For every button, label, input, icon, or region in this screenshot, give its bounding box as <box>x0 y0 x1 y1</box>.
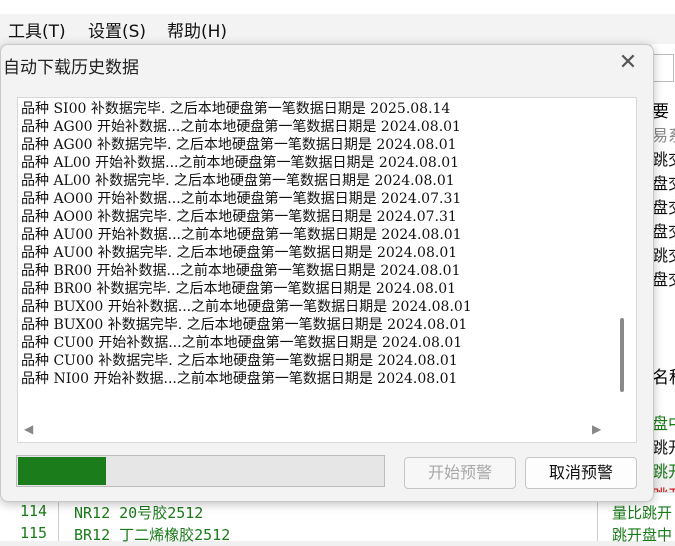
log-line: 品种 BR00 开始补数据...之前本地硬盘第一笔数据日期是 2024.08.0… <box>21 263 461 279</box>
menu-help[interactable]: 帮助(H) <box>167 17 227 42</box>
vertical-scrollbar[interactable] <box>614 100 634 418</box>
log-line: 品种 AG00 补数据完毕. 之后本地硬盘第一笔数据日期是 2024.08.01 <box>21 137 457 153</box>
log-line: 品种 AG00 开始补数据...之前本地硬盘第一笔数据日期是 2024.08.0… <box>21 119 461 135</box>
background-cell: 盘交 <box>652 270 675 289</box>
log-line: 品种 AO00 补数据完毕. 之后本地硬盘第一笔数据日期是 2024.07.31 <box>21 209 457 225</box>
background-cell: 易系 <box>652 126 675 145</box>
close-icon: ✕ <box>618 50 638 75</box>
log-line: 品种 BR00 补数据完毕. 之后本地硬盘第一笔数据日期是 2024.08.01 <box>21 281 457 297</box>
scroll-left-icon[interactable]: ◀ <box>24 422 33 436</box>
table-row[interactable]: 115 BR12 丁二烯橡胶2512 跳开盘中 <box>14 524 675 546</box>
background-input-box[interactable] <box>652 54 674 82</box>
row-number: 115 <box>20 524 48 542</box>
background-cell: 盘交 <box>652 222 675 241</box>
menu-tools[interactable]: 工具(T) <box>8 17 66 42</box>
row-name: BR12 丁二烯橡胶2512 <box>74 526 231 544</box>
log-line: 品种 BUX00 开始补数据...之前本地硬盘第一笔数据日期是 2024.08.… <box>21 299 472 315</box>
background-cell: 盘交 <box>652 198 675 217</box>
background-signal: 跳开 <box>652 438 675 457</box>
horizontal-scrollbar[interactable]: ◀ ▶ <box>18 420 614 440</box>
background-cell: 跳交 <box>652 150 675 169</box>
close-button[interactable]: ✕ <box>611 51 645 77</box>
scroll-right-icon[interactable]: ▶ <box>592 422 601 436</box>
log-line: 品种 BUX00 补数据完毕. 之后本地硬盘第一笔数据日期是 2024.08.0… <box>21 317 468 333</box>
progress-fill <box>18 457 106 485</box>
row-signal: 跳开盘中 <box>612 526 673 544</box>
row-name: NR12 20号胶2512 <box>74 504 204 522</box>
menu-bar: 工具(T) 设置(S) 帮助(H) <box>0 14 675 44</box>
log-line: 品种 AO00 开始补数据...之前本地硬盘第一笔数据日期是 2024.07.3… <box>21 191 462 207</box>
window-top-strip <box>0 0 675 14</box>
table-row[interactable]: 114 NR12 20号胶2512 量比跳开 <box>14 502 675 524</box>
log-line: 品种 AL00 开始补数据...之前本地硬盘第一笔数据日期是 2024.08.0… <box>21 155 460 171</box>
start-alert-button[interactable]: 开始预警 <box>404 457 516 489</box>
log-line: 品种 CU00 补数据完毕. 之后本地硬盘第一笔数据日期是 2024.08.01 <box>21 353 458 369</box>
log-line: 品种 NI00 开始补数据...之前本地硬盘第一笔数据日期是 2024.08.0… <box>21 371 458 387</box>
background-signal: 盘中 <box>652 414 675 433</box>
log-line: 品种 CU00 开始补数据...之前本地硬盘第一笔数据日期是 2024.08.0… <box>21 335 463 351</box>
log-box[interactable]: 品种 SI00 补数据完毕. 之后本地硬盘第一笔数据日期是 2025.08.14… <box>17 97 637 443</box>
row-signal: 量比跳开 <box>612 504 673 522</box>
row-number: 114 <box>20 502 48 520</box>
background-cell: 盘交 <box>652 174 675 193</box>
log-line: 品种 SI00 补数据完毕. 之后本地硬盘第一笔数据日期是 2025.08.14 <box>21 101 451 117</box>
log-lines: 品种 SI00 补数据完毕. 之后本地硬盘第一笔数据日期是 2025.08.14… <box>21 100 606 412</box>
menu-settings[interactable]: 设置(S) <box>88 17 146 42</box>
log-line: 品种 AU00 开始补数据...之前本地硬盘第一笔数据日期是 2024.08.0… <box>21 227 462 243</box>
background-cell: 跳交 <box>652 246 675 265</box>
log-line: 品种 AU00 补数据完毕. 之后本地硬盘第一笔数据日期是 2024.08.01 <box>21 245 458 261</box>
dialog-title: 自动下载历史数据 <box>3 58 139 78</box>
cancel-alert-button[interactable]: 取消预警 <box>525 457 637 489</box>
download-history-dialog: 自动下载历史数据 ✕ 品种 SI00 补数据完毕. 之后本地硬盘第一笔数据日期是… <box>0 44 654 502</box>
background-column-header: 要 <box>652 102 669 122</box>
background-signal-panel: 要 易系跳交盘交盘交盘交跳交盘交 名科 盘中跳开跳开跳开 <box>652 44 675 505</box>
background-name-header: 名科 <box>652 368 675 388</box>
scrollbar-thumb[interactable] <box>620 318 624 392</box>
background-signal: 跳开 <box>652 462 675 481</box>
log-line: 品种 AL00 补数据完毕. 之后本地硬盘第一笔数据日期是 2024.08.01 <box>21 173 455 189</box>
progress-bar <box>16 455 385 487</box>
